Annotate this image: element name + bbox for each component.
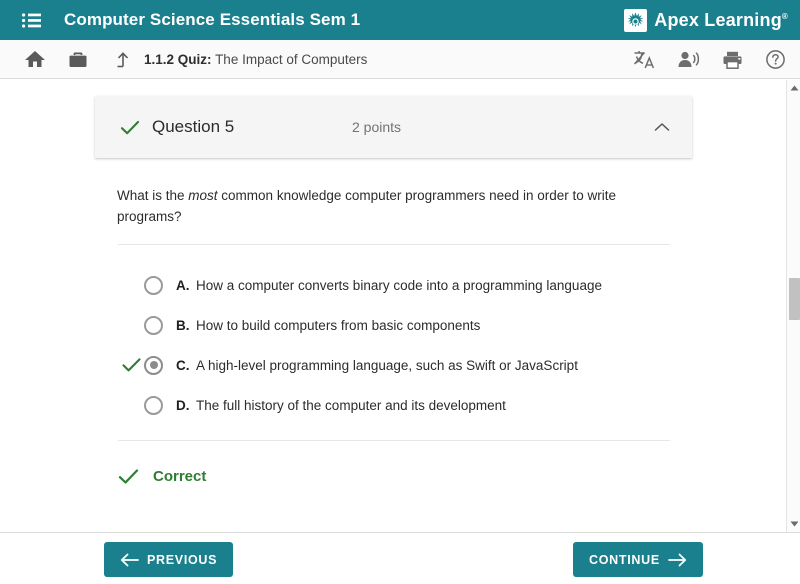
option-letter-c: C.: [176, 357, 190, 373]
triangle-down-icon[interactable]: [787, 517, 800, 531]
answer-option-d[interactable]: D. The full history of the computer and …: [118, 385, 678, 425]
answer-option-a[interactable]: A. How a computer converts binary code i…: [118, 265, 678, 305]
navigation-footer: PREVIOUS CONTINUE: [0, 532, 800, 584]
feedback-banner: Correct: [118, 468, 206, 485]
arrow-left-icon: [120, 553, 139, 567]
radio-b[interactable]: [144, 315, 163, 335]
divider-bottom: [118, 440, 670, 441]
option-letter-d: D.: [176, 397, 190, 413]
scrollbar-thumb[interactable]: [789, 278, 800, 320]
question-header-card: Question 5 2 points: [95, 96, 692, 158]
apex-torch-logo-icon: [624, 8, 648, 32]
correct-check-icon: [122, 357, 142, 373]
option-letter-b: B.: [176, 317, 190, 333]
question-label: Question 5: [152, 117, 235, 136]
brand-name: Apex Learning®: [654, 10, 788, 31]
breadcrumb-kind: Quiz:: [177, 51, 212, 67]
question-text-emphasis: most: [188, 188, 218, 203]
question-text: What is the most common knowledge comput…: [117, 185, 665, 227]
feedback-text: Correct: [153, 468, 207, 485]
breadcrumb: 1.1.2 Quiz: The Impact of Computers: [144, 52, 367, 67]
answer-options: A. How a computer converts binary code i…: [118, 265, 678, 425]
previous-button-label: PREVIOUS: [147, 552, 218, 567]
check-icon: [120, 119, 140, 136]
translate-icon[interactable]: [633, 49, 655, 70]
question-points: 2 points: [352, 119, 402, 135]
home-icon[interactable]: [24, 49, 46, 69]
continue-button-label: CONTINUE: [589, 552, 660, 567]
check-icon: [118, 468, 139, 485]
print-icon[interactable]: [722, 50, 743, 70]
option-text-d: The full history of the computer and its…: [196, 397, 506, 413]
vertical-scrollbar[interactable]: [786, 80, 800, 532]
divider-top: [118, 244, 670, 245]
arrow-right-icon: [667, 553, 687, 567]
tool-icon-group: [633, 40, 786, 79]
question-text-before: What is the: [117, 188, 189, 203]
list-menu-icon[interactable]: [22, 0, 60, 40]
previous-button[interactable]: PREVIOUS: [104, 542, 234, 577]
read-aloud-icon[interactable]: [677, 50, 700, 70]
radio-d[interactable]: [144, 395, 163, 415]
course-title: Computer Science Essentials Sem 1: [64, 10, 361, 29]
brand-logo: Apex Learning®: [624, 0, 788, 40]
triangle-up-icon[interactable]: [787, 81, 800, 95]
top-app-bar: Computer Science Essentials Sem 1 Apex L…: [0, 0, 800, 40]
help-icon[interactable]: [765, 49, 786, 70]
option-text-b: How to build computers from basic compon…: [196, 317, 481, 333]
chevron-up-icon[interactable]: [654, 122, 670, 133]
radio-a[interactable]: [144, 275, 163, 295]
breadcrumb-number: 1.1.2: [144, 51, 175, 67]
answer-option-b[interactable]: B. How to build computers from basic com…: [118, 305, 678, 345]
arrow-up-level-icon[interactable]: [114, 50, 132, 69]
option-letter-a: A.: [176, 277, 190, 293]
answer-option-c[interactable]: C. A high-level programming language, su…: [118, 345, 678, 385]
briefcase-icon[interactable]: [68, 50, 88, 69]
quiz-content: Question 5 2 points What is the most com…: [0, 80, 786, 532]
radio-c[interactable]: [144, 355, 163, 375]
option-text-c: A high-level programming language, such …: [196, 357, 578, 373]
brand-trademark: ®: [781, 11, 788, 21]
brand-name-text: Apex Learning: [654, 9, 782, 30]
breadcrumb-name: The Impact of Computers: [215, 51, 368, 67]
breadcrumb-bar: 1.1.2 Quiz: The Impact of Computers: [0, 40, 800, 79]
continue-button[interactable]: CONTINUE: [573, 542, 703, 577]
quiz-page: Computer Science Essentials Sem 1 Apex L…: [0, 0, 800, 584]
option-text-a: How a computer converts binary code into…: [196, 277, 602, 293]
